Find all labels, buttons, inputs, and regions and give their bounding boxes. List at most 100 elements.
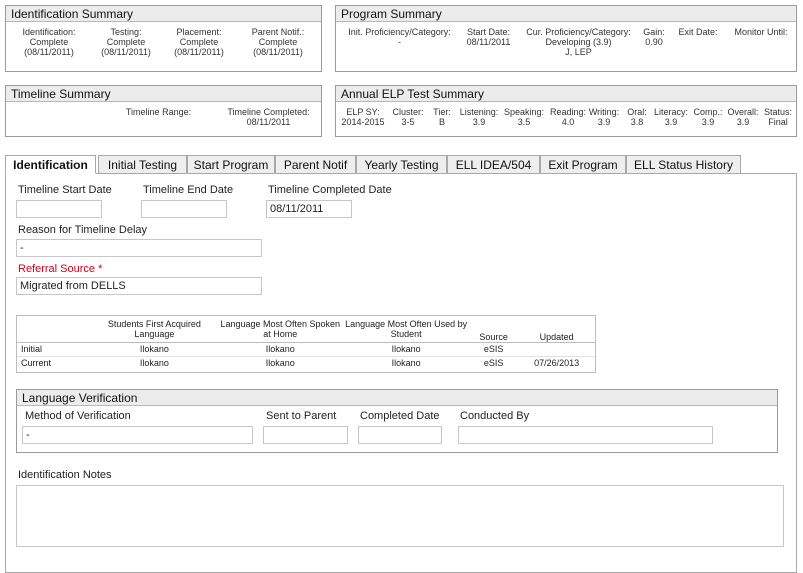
elp-label: Tier: bbox=[433, 107, 451, 117]
table-cell: Current bbox=[21, 358, 52, 369]
tab-ell-status-history[interactable]: ELL Status History bbox=[626, 155, 741, 174]
program-value: - bbox=[398, 37, 401, 47]
summary-date: (08/11/2011) bbox=[101, 47, 151, 57]
elp-label: Reading: bbox=[549, 107, 587, 117]
identification-notes-textarea[interactable] bbox=[16, 485, 784, 547]
timeline-label: Timeline Completed: bbox=[227, 107, 310, 117]
program-value: 08/11/2011 bbox=[466, 37, 511, 47]
program-value: Developing (3.9) bbox=[545, 37, 612, 47]
elp-value: 2014-2015 bbox=[341, 117, 385, 127]
elp-summary-panel: Annual ELP Test Summary ELP SY: 2014-201… bbox=[335, 85, 797, 137]
table-cell: Ilokano bbox=[139, 344, 169, 354]
elp-label: Status: bbox=[763, 107, 792, 117]
table-header: Language Most Often Spoken at Home bbox=[220, 318, 341, 339]
summary-status: Complete bbox=[106, 37, 146, 47]
summary-testing: Testing: Complete (08/11/2011) bbox=[91, 27, 161, 57]
tab-start-program[interactable]: Start Program bbox=[187, 155, 275, 174]
method-verification-input[interactable]: - bbox=[22, 426, 253, 444]
timeline-completed-label: Timeline Completed Date bbox=[268, 184, 392, 196]
tab-parent-notif[interactable]: Parent Notif bbox=[275, 155, 356, 174]
summary-label: Testing: bbox=[110, 27, 142, 37]
elp-col: Speaking: 3.5 bbox=[502, 107, 546, 127]
program-start-date: Start Date: 08/11/2011 bbox=[461, 27, 516, 47]
elp-label: Oral: bbox=[627, 107, 647, 117]
program-exit-date: Exit Date: bbox=[674, 27, 722, 37]
elp-col: Overall: 3.9 bbox=[724, 107, 762, 127]
tab-ell-idea-504[interactable]: ELL IDEA/504 bbox=[447, 155, 540, 174]
table-header: Source bbox=[479, 331, 508, 342]
sent-to-parent-label: Sent to Parent bbox=[266, 410, 337, 422]
elp-value: B bbox=[438, 117, 445, 127]
tab-initial-testing[interactable]: Initial Testing bbox=[98, 155, 187, 174]
table-cell: Ilokano bbox=[391, 358, 421, 369]
elp-value: 3-5 bbox=[401, 117, 415, 127]
program-value: 0.90 bbox=[645, 37, 663, 47]
elp-value: Final bbox=[768, 117, 788, 127]
timeline-value: 08/11/2011 bbox=[246, 117, 291, 127]
elp-col: Writing: 3.9 bbox=[586, 107, 622, 127]
table-row: Current Ilokano Ilokano Ilokano eSIS 07/… bbox=[17, 356, 595, 370]
elp-col: Status: Final bbox=[760, 107, 796, 127]
identification-panel: Timeline Start Date Timeline End Date Ti… bbox=[5, 173, 797, 573]
program-label: Cur. Proficiency/Category: bbox=[526, 27, 631, 37]
table-header bbox=[17, 316, 91, 342]
conducted-by-input[interactable] bbox=[458, 426, 713, 444]
table-cell: eSIS bbox=[483, 344, 504, 354]
elp-value: 3.9 bbox=[597, 117, 611, 127]
elp-label: Cluster: bbox=[392, 107, 424, 117]
elp-value: 3.9 bbox=[736, 117, 750, 127]
timeline-range: Timeline Range: bbox=[116, 107, 201, 117]
program-label: Gain: bbox=[643, 27, 665, 37]
summary-parent-notif: Parent Notif.: Complete (08/11/2011) bbox=[243, 27, 313, 57]
program-summary-panel: Program Summary Init. Proficiency/Catego… bbox=[335, 5, 797, 72]
language-table-box: Students First Acquired Language Languag… bbox=[16, 315, 596, 373]
timeline-end-label: Timeline End Date bbox=[143, 184, 234, 196]
referral-source-label: Referral Source * bbox=[18, 263, 103, 275]
summary-date: (08/11/2011) bbox=[24, 47, 74, 57]
summary-placement: Placement: Complete (08/11/2011) bbox=[164, 27, 234, 57]
summary-label: Identification: bbox=[22, 27, 76, 37]
program-monitor-until: Monitor Until: bbox=[730, 27, 792, 37]
table-header: Students First Acquired Language bbox=[107, 318, 201, 339]
tab-exit-program[interactable]: Exit Program bbox=[540, 155, 626, 174]
timeline-start-label: Timeline Start Date bbox=[18, 184, 112, 196]
program-label: Init. Proficiency/Category: bbox=[348, 27, 451, 37]
timeline-completed-input[interactable]: 08/11/2011 bbox=[266, 200, 352, 218]
completed-date-label: Completed Date bbox=[360, 410, 440, 422]
language-verification-panel: Language Verification Method of Verifica… bbox=[16, 389, 778, 453]
sent-to-parent-input[interactable] bbox=[263, 426, 348, 444]
elp-label: ELP SY: bbox=[346, 107, 380, 117]
program-value: J, LEP bbox=[565, 47, 592, 57]
summary-status: Complete bbox=[179, 37, 219, 47]
elp-label: Literacy: bbox=[653, 107, 688, 117]
completed-date-input[interactable] bbox=[358, 426, 442, 444]
program-init-proficiency: Init. Proficiency/Category: - bbox=[342, 27, 457, 47]
timeline-delay-label: Reason for Timeline Delay bbox=[18, 224, 148, 236]
timeline-summary-title: Timeline Summary bbox=[6, 86, 321, 102]
summary-date: (08/11/2011) bbox=[253, 47, 303, 57]
timeline-summary-panel: Timeline Summary Timeline Range: Timelin… bbox=[5, 85, 322, 137]
elp-col: Comp.: 3.9 bbox=[691, 107, 725, 127]
timeline-start-input[interactable] bbox=[16, 200, 102, 218]
elp-label: Writing: bbox=[588, 107, 620, 117]
summary-date: (08/11/2011) bbox=[174, 47, 224, 57]
tab-yearly-testing[interactable]: Yearly Testing bbox=[356, 155, 447, 174]
elp-label: Listening: bbox=[459, 107, 499, 117]
elp-col: Listening: 3.9 bbox=[456, 107, 502, 127]
elp-col: Cluster: 3-5 bbox=[390, 107, 426, 127]
tab-identification[interactable]: Identification bbox=[5, 155, 96, 174]
language-verification-title: Language Verification bbox=[17, 390, 777, 406]
timeline-end-input[interactable] bbox=[141, 200, 227, 218]
elp-value: 3.8 bbox=[630, 117, 644, 127]
table-header-row: Students First Acquired Language Languag… bbox=[17, 316, 595, 342]
timeline-delay-input[interactable]: - bbox=[16, 239, 262, 257]
program-gain: Gain: 0.90 bbox=[638, 27, 670, 47]
identification-summary-title: Identification Summary bbox=[6, 6, 321, 22]
elp-col: Tier: B bbox=[426, 107, 458, 127]
table-header: Language Most Often Used by Student bbox=[345, 318, 468, 339]
elp-value: 4.0 bbox=[561, 117, 575, 127]
referral-source-input[interactable]: Migrated from DELLS bbox=[16, 277, 262, 295]
elp-label: Comp.: bbox=[693, 107, 723, 117]
elp-label: Overall: bbox=[727, 107, 759, 117]
table-cell: 07/26/2013 bbox=[534, 358, 580, 369]
